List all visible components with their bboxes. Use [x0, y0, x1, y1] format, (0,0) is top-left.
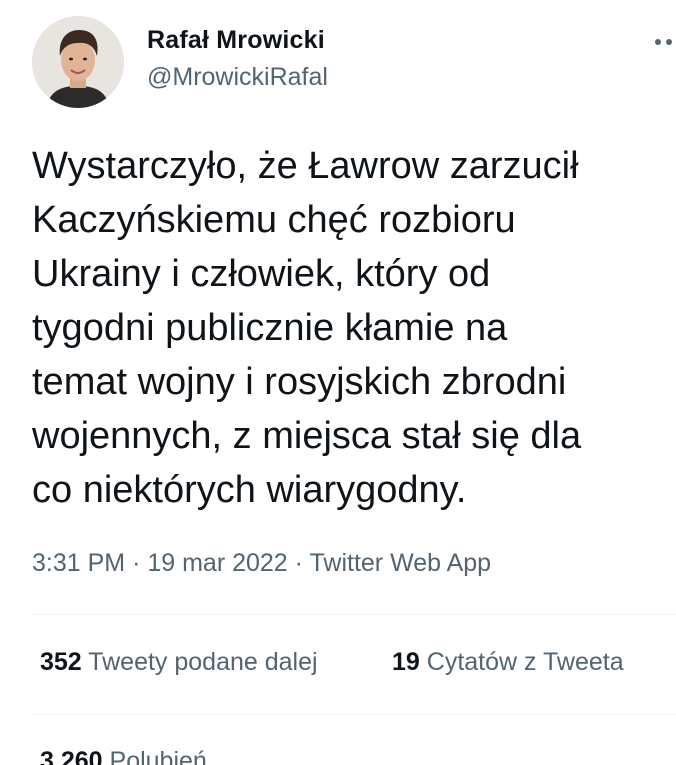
quotes-label: Cytatów z Tweeta: [426, 648, 624, 676]
likes-label: Polubień: [109, 747, 207, 765]
retweets-count: 352: [40, 648, 82, 676]
more-options-button[interactable]: [652, 34, 676, 50]
tweet-text: Wystarczyło, że Ławrow zarzucił Kaczyńsk…: [32, 145, 582, 511]
tweet-meta: 3:31 PM · 19 mar 2022 · Twitter Web App: [32, 549, 491, 578]
divider: [32, 614, 676, 615]
meta-separator: ·: [294, 549, 303, 577]
author-name[interactable]: Rafał Mrowicki: [147, 26, 325, 55]
tweet-detail: Rafał Mrowicki @MrowickiRafal Wystarczył…: [0, 0, 676, 765]
quotes-count: 19: [392, 648, 420, 676]
likes-stat[interactable]: 3 260 Polubień: [40, 747, 207, 765]
avatar[interactable]: [32, 16, 124, 108]
more-dots-icon: [655, 39, 672, 45]
retweets-label: Tweety podane dalej: [88, 648, 318, 676]
tweet-time[interactable]: 3:31 PM: [32, 549, 125, 577]
tweet-date[interactable]: 19 mar 2022: [147, 549, 287, 577]
author-handle[interactable]: @MrowickiRafal: [147, 63, 328, 92]
quotes-stat[interactable]: 19 Cytatów z Tweeta: [392, 648, 624, 677]
retweets-stat[interactable]: 352 Tweety podane dalej: [40, 648, 318, 677]
meta-separator: ·: [132, 549, 141, 577]
tweet-source[interactable]: Twitter Web App: [310, 549, 492, 577]
avatar-photo-icon: [32, 16, 124, 108]
likes-count: 3 260: [40, 747, 103, 765]
divider: [32, 714, 676, 715]
